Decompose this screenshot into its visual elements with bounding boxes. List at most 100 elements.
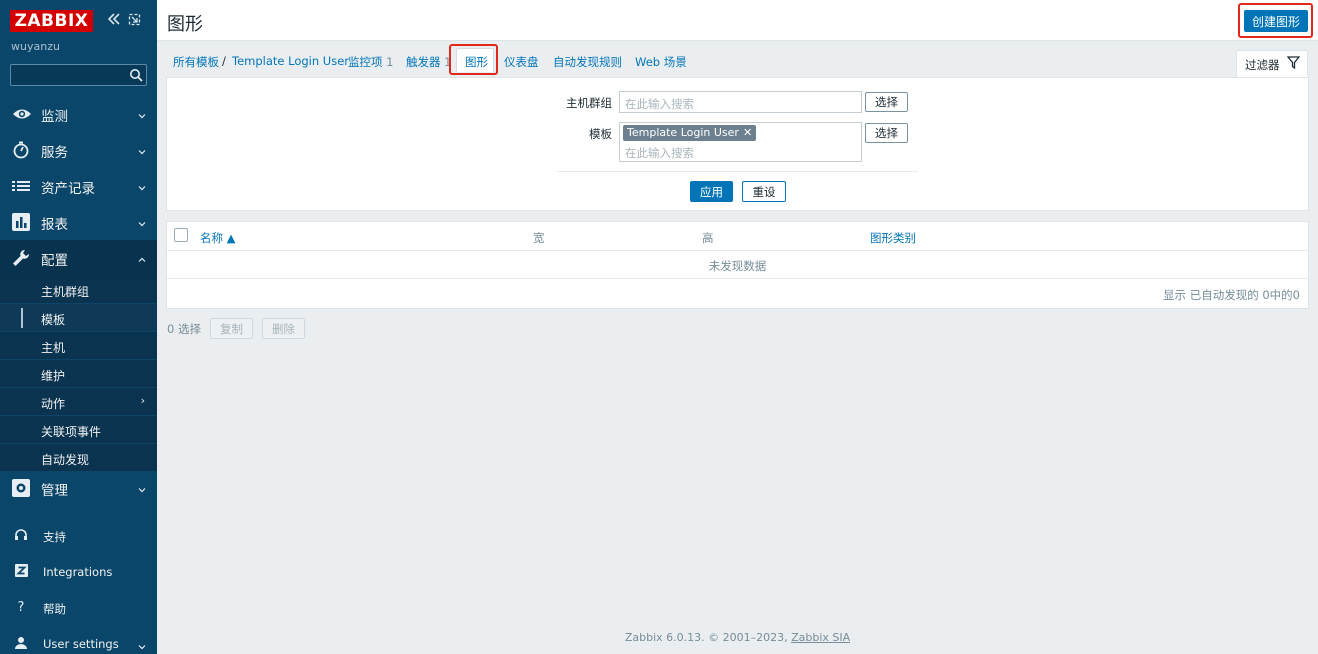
- nav-support-label: 支持: [43, 530, 66, 544]
- kiosk-mode-icon[interactable]: [128, 13, 142, 27]
- nav-administration[interactable]: 管理: [0, 470, 157, 506]
- empty-message: 未发现数据: [708, 259, 767, 273]
- nav-help[interactable]: ? 帮助: [0, 590, 157, 626]
- host-group-label: 主机群组: [566, 96, 612, 110]
- nav-services[interactable]: 服务: [0, 132, 157, 168]
- tab-discovery-rules[interactable]: 自动发现规则: [553, 54, 622, 70]
- column-graph-type[interactable]: 图形类别: [870, 230, 916, 246]
- chevron-down-icon: [138, 482, 146, 493]
- template-chip[interactable]: Template Login User ✕: [623, 125, 757, 141]
- logo-row: ZABBIX: [10, 10, 150, 32]
- sub-hosts-label: 主机: [41, 341, 66, 355]
- gear-icon: [12, 479, 30, 497]
- filter-tab-label: 过滤器: [1245, 58, 1280, 72]
- host-group-input[interactable]: 在此输入搜索: [619, 91, 862, 113]
- nav-integrations-label: Integrations: [43, 565, 113, 579]
- page-title: 图形: [167, 14, 203, 35]
- tab-dashboards[interactable]: 仪表盘: [504, 54, 539, 70]
- nav-support[interactable]: 支持: [0, 518, 157, 554]
- template-label: 模板: [589, 127, 612, 141]
- sub-discovery[interactable]: 自动发现: [0, 444, 157, 472]
- sub-host-groups[interactable]: 主机群组: [0, 276, 157, 304]
- nav-inventory-label: 资产记录: [41, 181, 95, 197]
- search-icon[interactable]: [129, 68, 143, 82]
- paging-info: 显示 已自动发现的 0中的0: [1163, 288, 1300, 302]
- sidebar: ZABBIX wuyanzu 监测 服务 资产记录 报表 配置 主机群组 模板 …: [0, 0, 157, 654]
- zabbix-z-icon: [13, 564, 29, 580]
- sub-discovery-label: 自动发现: [41, 453, 90, 467]
- footer-link[interactable]: Zabbix SIA: [791, 631, 850, 644]
- tab-triggers-label: 触发器: [406, 55, 441, 69]
- column-width: 宽: [533, 231, 545, 245]
- sub-templates[interactable]: 模板: [0, 304, 157, 332]
- nav-configuration-label: 配置: [41, 253, 68, 269]
- sub-hosts[interactable]: 主机: [0, 332, 157, 360]
- tab-graphs[interactable]: 图形: [456, 48, 494, 72]
- delete-button[interactable]: 删除: [262, 318, 305, 339]
- sub-event-correlation-label: 关联项事件: [41, 425, 102, 439]
- column-name[interactable]: 名称 ▲: [200, 230, 236, 246]
- help-icon: ?: [17, 600, 25, 615]
- filter-divider: [557, 171, 918, 172]
- graphs-table: 名称 ▲ 宽 高 图形类别 未发现数据 显示 已自动发现的 0中的0: [166, 221, 1309, 309]
- template-multiselect[interactable]: Template Login User ✕ 在此输入搜索: [619, 122, 862, 162]
- header-divider: [167, 250, 1308, 251]
- crumb-template[interactable]: Template Login User: [232, 54, 349, 68]
- host-group-select-button[interactable]: 选择: [865, 92, 908, 112]
- tab-graphs-label: 图形: [465, 55, 488, 69]
- nav-reports-label: 报表: [41, 217, 68, 233]
- tab-triggers[interactable]: 触发器 1: [406, 54, 451, 70]
- stopwatch-icon: [12, 141, 30, 159]
- row-divider: [167, 278, 1308, 279]
- crumb-all-templates[interactable]: 所有模板: [173, 54, 219, 70]
- headset-icon: [13, 528, 29, 544]
- nav-configuration[interactable]: 配置: [0, 240, 157, 276]
- chevron-down-icon: [138, 640, 146, 650]
- sub-templates-label: 模板: [41, 313, 66, 327]
- apply-button[interactable]: 应用: [690, 181, 733, 202]
- footer-text: Zabbix 6.0.13. © 2001–2023,: [624, 631, 792, 644]
- wrench-icon: [12, 249, 30, 267]
- crumb-separator: /: [222, 54, 226, 68]
- chevron-right-icon: ›: [140, 394, 145, 407]
- nav-services-label: 服务: [41, 145, 68, 161]
- tab-web-scenarios[interactable]: Web 场景: [635, 54, 687, 70]
- tab-items-count: 1: [386, 55, 394, 69]
- copy-button[interactable]: 复制: [210, 318, 253, 339]
- remove-chip-icon[interactable]: ✕: [743, 126, 752, 139]
- chevron-down-icon: [138, 216, 146, 227]
- sub-actions-label: 动作: [41, 397, 66, 411]
- nav-reports[interactable]: 报表: [0, 204, 157, 240]
- chevron-up-icon: [138, 252, 146, 262]
- tab-triggers-count: 1: [444, 55, 452, 69]
- nav-monitoring-label: 监测: [41, 109, 68, 125]
- sub-event-correlation[interactable]: 关联项事件: [0, 416, 157, 444]
- nav-inventory[interactable]: 资产记录: [0, 168, 157, 204]
- tab-items[interactable]: 监控项 1: [348, 54, 393, 70]
- sub-host-groups-label: 主机群组: [41, 285, 90, 299]
- sub-maintenance[interactable]: 维护: [0, 360, 157, 388]
- sidebar-search-input[interactable]: [10, 64, 147, 86]
- template-chip-label: Template Login User: [627, 126, 739, 139]
- username: wuyanzu: [11, 40, 60, 53]
- create-graph-button[interactable]: 创建图形: [1244, 10, 1308, 32]
- nav-user-settings[interactable]: User settings: [0, 626, 157, 654]
- zabbix-logo[interactable]: ZABBIX: [10, 10, 93, 32]
- select-all-checkbox[interactable]: [174, 228, 188, 242]
- nav-help-label: 帮助: [43, 602, 66, 616]
- filter-panel: 主机群组 在此输入搜索 选择 模板 Template Login User ✕ 在…: [166, 77, 1309, 211]
- user-icon: [13, 636, 29, 652]
- tab-items-label: 监控项: [348, 55, 383, 69]
- collapse-sidebar-icon[interactable]: [107, 12, 121, 28]
- chevron-down-icon: [138, 144, 146, 155]
- nav-integrations[interactable]: Integrations: [0, 554, 157, 590]
- sub-maintenance-label: 维护: [41, 369, 66, 383]
- eye-icon: [12, 105, 31, 123]
- filter-tab[interactable]: 过滤器: [1236, 50, 1308, 78]
- sub-actions[interactable]: 动作 ›: [0, 388, 157, 416]
- nav-monitoring[interactable]: 监测: [0, 96, 157, 132]
- reset-button[interactable]: 重设: [742, 181, 786, 202]
- template-select-button[interactable]: 选择: [865, 123, 908, 143]
- template-placeholder: 在此输入搜索: [625, 146, 694, 160]
- chevron-down-icon: [138, 180, 146, 191]
